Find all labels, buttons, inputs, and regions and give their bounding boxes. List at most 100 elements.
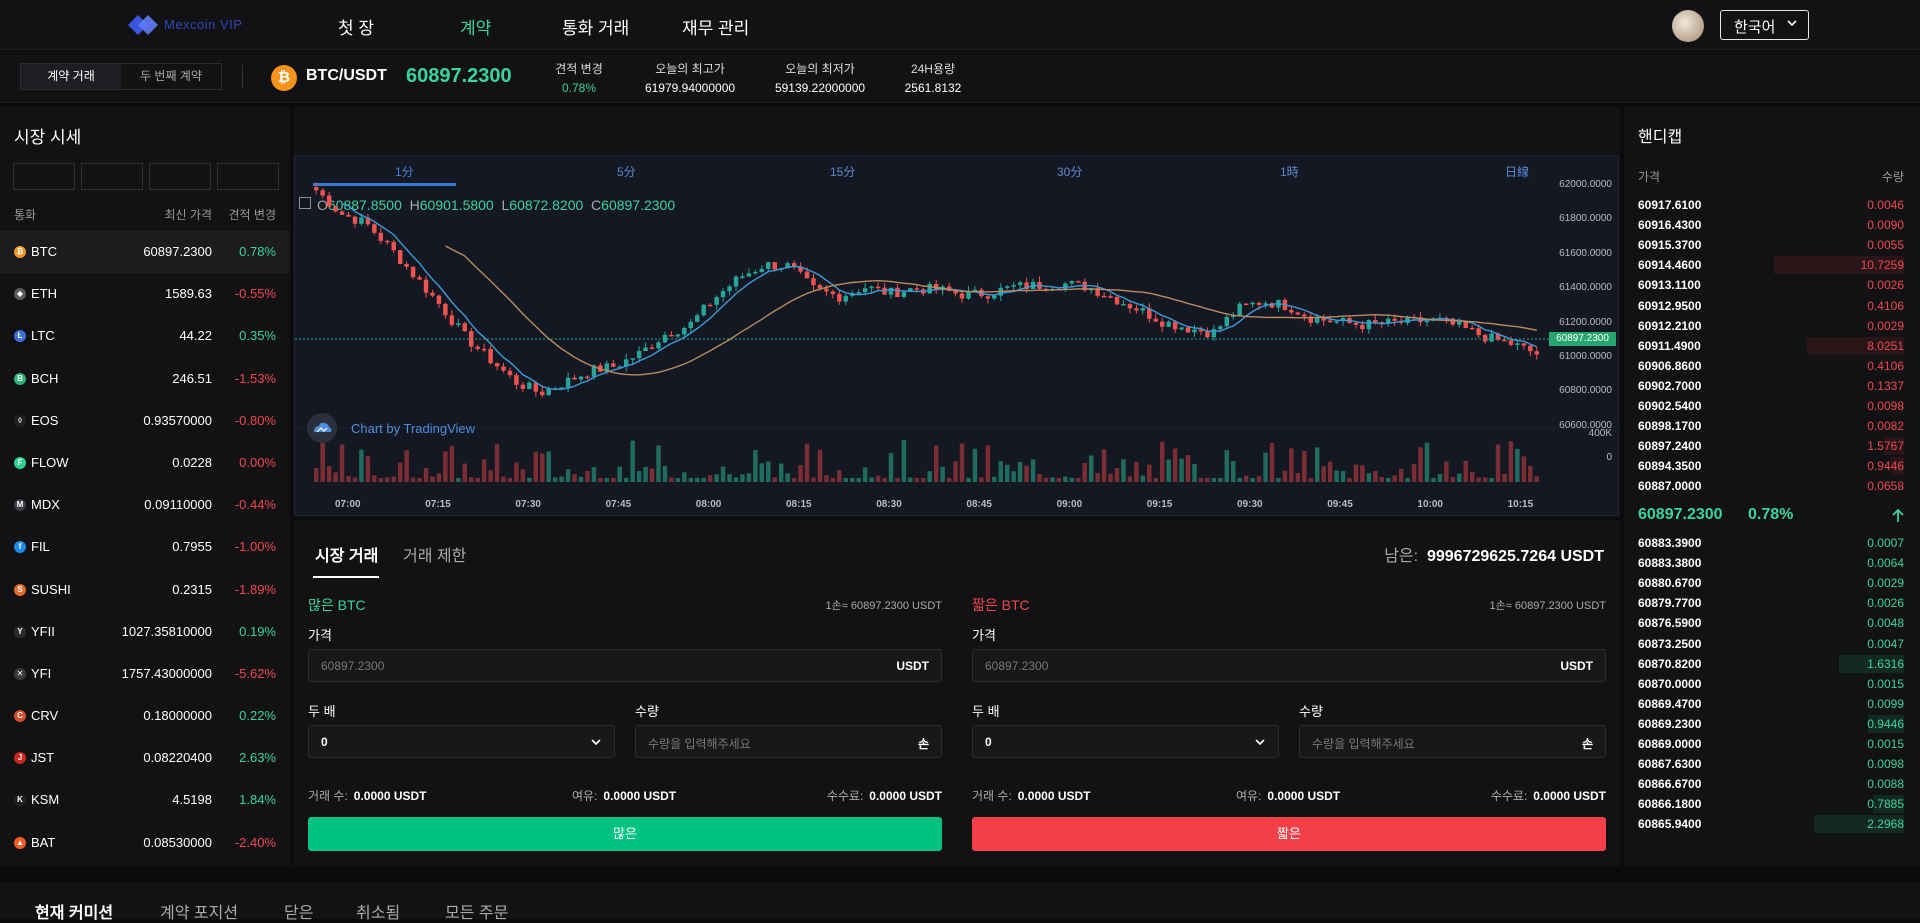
ask-row[interactable]: 60916.4300 0.0090 [1624, 215, 1920, 235]
bid-row[interactable]: 60880.6700 0.0029 [1624, 573, 1920, 593]
volume-bar [1411, 464, 1417, 482]
stat-value: 2561.8132 [904, 81, 962, 95]
candle-body [359, 217, 364, 224]
volume-bar [1224, 450, 1230, 482]
nav-item-home[interactable]: 첫 장 [338, 14, 374, 39]
volume-bar [1360, 465, 1365, 482]
ask-row[interactable]: 60902.7000 0.1337 [1624, 376, 1920, 396]
market-row-eth[interactable]: ◆ ETH 1589.63 -0.55% [0, 273, 290, 315]
volume-bar [837, 470, 842, 482]
market-row-sushi[interactable]: S SUSHI 0.2315 -1.89% [0, 569, 290, 611]
ask-row[interactable]: 60914.4600 10.7259 [1624, 255, 1920, 275]
tab-current-orders[interactable]: 현재 커미션 [35, 899, 113, 923]
tab-all-orders[interactable]: 모든 주문 [445, 899, 508, 923]
order-quantity: 0.0098 [1867, 399, 1904, 413]
filter-tab[interactable] [13, 163, 75, 190]
volume-bar [733, 477, 739, 482]
tab-market-order[interactable]: 시장 거래 [315, 542, 378, 566]
market-row-jst[interactable]: J JST 0.08220400 2.63% [0, 737, 290, 779]
quantity-suffix: 손 [917, 737, 929, 751]
bid-row[interactable]: 60869.2300 0.9446 [1624, 714, 1920, 734]
bid-row[interactable]: 60866.1800 0.7885 [1624, 794, 1920, 814]
short-price-input[interactable]: 60897.2300 USDT [972, 649, 1606, 682]
ask-row[interactable]: 60911.4900 8.0251 [1624, 336, 1920, 356]
bid-row[interactable]: 60879.7700 0.0026 [1624, 593, 1920, 613]
market-row-eos[interactable]: ◊ EOS 0.93570000 -0.80% [0, 400, 290, 442]
candle-body [462, 323, 467, 332]
volume-bar [1502, 473, 1507, 482]
ask-row[interactable]: 60912.2100 0.0029 [1624, 316, 1920, 336]
market-row-ksm[interactable]: K KSM 4.5198 1.84% [0, 779, 290, 821]
coin-price: 0.0228 [172, 454, 212, 470]
info-value: 0.0000 USDT [353, 789, 427, 803]
market-row-bch[interactable]: B BCH 246.51 -1.53% [0, 358, 290, 400]
ask-row[interactable]: 60887.0000 0.0658 [1624, 476, 1920, 496]
trading-pair[interactable]: BTC/USDT [306, 67, 387, 85]
long-quantity-input[interactable]: 수량을 입력해주세요 손 [635, 725, 942, 758]
filter-tab[interactable] [81, 163, 143, 190]
candle-body [669, 334, 674, 337]
candle-body [1289, 309, 1294, 313]
tab-cancelled[interactable]: 취소됨 [356, 899, 400, 923]
market-row-ltc[interactable]: Ł LTC 44.22 0.35% [0, 315, 290, 357]
bid-row[interactable]: 60873.2500 0.0047 [1624, 634, 1920, 654]
bid-row[interactable]: 60870.8200 1.6316 [1624, 654, 1920, 674]
market-row-bat[interactable]: ▲ BAT 0.08530000 -2.40% [0, 822, 290, 864]
bid-row[interactable]: 60870.0000 0.0015 [1624, 674, 1920, 694]
market-row-fil[interactable]: f FIL 0.7955 -1.00% [0, 526, 290, 568]
ask-row[interactable]: 60897.2400 1.5767 [1624, 436, 1920, 456]
bid-row[interactable]: 60867.6300 0.0098 [1624, 754, 1920, 774]
short-quantity-input[interactable]: 수량을 입력해주세요 손 [1299, 725, 1606, 758]
volume-bar [1179, 458, 1184, 482]
price-chart[interactable]: 1分 5分 15分 30分 1時 日線 O60887.8500 H60901.5800 L… [294, 155, 1620, 516]
language-select[interactable]: 한국어 [1720, 10, 1809, 40]
tab-limit-order[interactable]: 거래 제한 [403, 542, 466, 566]
tab-contract-trading[interactable]: 계약 거래 [21, 64, 121, 89]
bid-row[interactable]: 60866.6700 0.0088 [1624, 774, 1920, 794]
ask-row[interactable]: 60906.8600 0.4106 [1624, 356, 1920, 376]
tab-positions[interactable]: 계약 포지션 [160, 899, 238, 923]
nav-item-spot-trading[interactable]: 통화 거래 [562, 14, 629, 39]
sell-short-button[interactable]: 짧은 [972, 817, 1606, 851]
tradingview-watermark[interactable]: Chart by TradingView [307, 413, 477, 443]
bid-row[interactable]: 60869.0000 0.0015 [1624, 734, 1920, 754]
market-row-btc[interactable]: ₿ BTC 60897.2300 0.78% [0, 231, 290, 274]
info-label: 거래 수: [972, 789, 1012, 803]
current-price-label: 60897.2300 [1549, 332, 1616, 346]
market-row-yfi[interactable]: ✕ YFI 1757.43000000 -5.62% [0, 653, 290, 695]
candle-body [843, 295, 849, 302]
bid-row[interactable]: 60883.3900 0.0007 [1624, 533, 1920, 553]
avatar[interactable] [1672, 10, 1704, 42]
long-leverage-select[interactable]: 0 [308, 725, 615, 758]
ask-row[interactable]: 60915.3700 0.0055 [1624, 235, 1920, 255]
buy-long-button[interactable]: 많은 [308, 817, 942, 851]
ask-row[interactable]: 60913.1100 0.0026 [1624, 275, 1920, 295]
brand-logo[interactable]: Mexcoin VIP [126, 13, 246, 37]
filter-tab[interactable] [217, 163, 279, 190]
bid-row[interactable]: 60869.4700 0.0099 [1624, 694, 1920, 714]
market-row-flow[interactable]: F FLOW 0.0228 0.00% [0, 442, 290, 484]
ask-row[interactable]: 60898.1700 0.0082 [1624, 416, 1920, 436]
candle-body [985, 296, 991, 299]
long-price-input[interactable]: 60897.2300 USDT [308, 649, 942, 682]
tab-closed[interactable]: 닫은 [284, 899, 313, 923]
ask-row[interactable]: 60894.3500 0.9446 [1624, 456, 1920, 476]
market-row-yfii[interactable]: Y YFII 1027.35810000 0.19% [0, 611, 290, 653]
ask-row[interactable]: 60902.5400 0.0098 [1624, 396, 1920, 416]
order-quantity: 0.0029 [1867, 576, 1904, 591]
ask-row[interactable]: 60912.9500 0.4106 [1624, 296, 1920, 316]
filter-tab[interactable] [149, 163, 211, 190]
ask-row[interactable]: 60917.6100 0.0046 [1624, 195, 1920, 215]
market-row-crv[interactable]: C CRV 0.18000000 0.22% [0, 695, 290, 737]
nav-item-contract[interactable]: 계약 [460, 14, 491, 39]
order-quantity: 0.9446 [1867, 716, 1904, 731]
candle-body [320, 190, 325, 196]
bid-row[interactable]: 60883.3800 0.0064 [1624, 553, 1920, 573]
bid-row[interactable]: 60865.9400 2.2968 [1624, 814, 1920, 834]
short-leverage-select[interactable]: 0 [972, 725, 1279, 758]
market-row-mdx[interactable]: M MDX 0.09110000 -0.44% [0, 484, 290, 526]
bid-row[interactable]: 60876.5900 0.0048 [1624, 613, 1920, 633]
nav-item-finance[interactable]: 재무 관리 [682, 14, 749, 39]
tab-second-contract[interactable]: 두 번째 계약 [121, 64, 221, 89]
volume-bar [1153, 477, 1158, 482]
